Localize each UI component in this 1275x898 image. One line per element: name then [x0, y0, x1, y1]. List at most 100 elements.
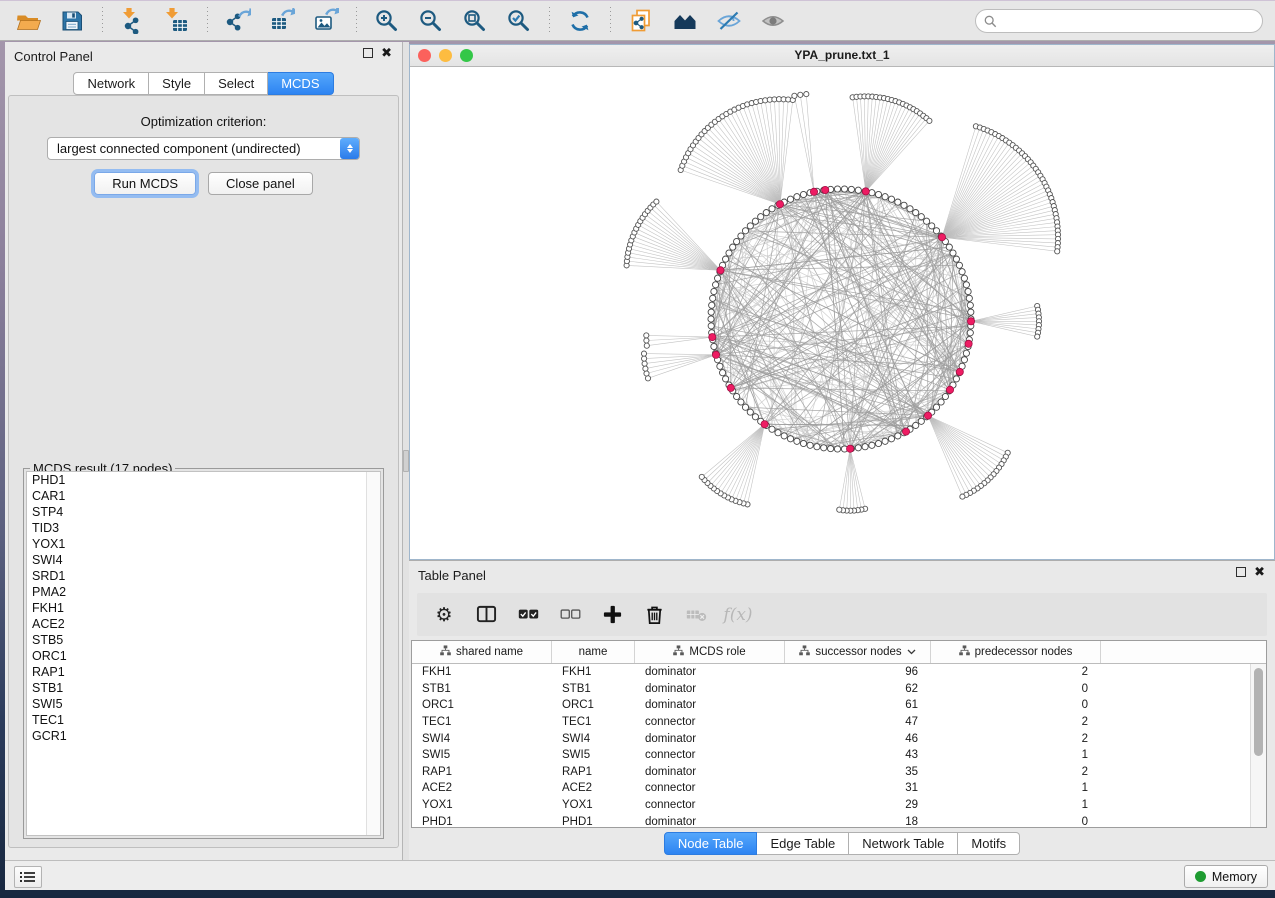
search-box[interactable] — [975, 9, 1263, 33]
cell-successor-nodes[interactable]: 61 — [785, 699, 931, 711]
cell-successor-nodes[interactable]: 31 — [785, 782, 931, 794]
cell-successor-nodes[interactable]: 47 — [785, 716, 931, 728]
column-header-name[interactable]: name — [552, 641, 635, 663]
cell-name[interactable]: TEC1 — [552, 716, 635, 728]
mcds-dominator-node[interactable] — [902, 428, 909, 435]
cell-shared-name[interactable]: STB1 — [412, 683, 552, 695]
mcds-dominator-node[interactable] — [946, 386, 953, 393]
mcds-dominator-node[interactable] — [776, 201, 783, 208]
cell-shared-name[interactable]: PHD1 — [412, 816, 552, 828]
cell-mcds-role[interactable]: dominator — [635, 683, 785, 695]
cell-predecessor-nodes[interactable]: 2 — [931, 766, 1101, 778]
open-file-icon[interactable] — [13, 6, 43, 36]
mcds-dominator-node[interactable] — [862, 188, 869, 195]
table-row[interactable]: FKH1FKH1dominator962 — [412, 664, 1266, 681]
export-network-icon[interactable] — [223, 6, 253, 36]
table-row[interactable]: SWI4SWI4dominator462 — [412, 730, 1266, 747]
table-row[interactable]: SWI5SWI5connector431 — [412, 747, 1266, 764]
tab-network[interactable]: Network — [73, 72, 149, 95]
mcds-dominator-node[interactable] — [761, 421, 768, 428]
cell-predecessor-nodes[interactable]: 0 — [931, 699, 1101, 711]
window-close-traffic-light[interactable] — [418, 49, 431, 62]
mcds-result-item[interactable]: SWI4 — [27, 552, 380, 568]
cell-mcds-role[interactable]: connector — [635, 799, 785, 811]
select-all-rows-icon[interactable] — [515, 602, 541, 628]
table-row[interactable]: ACE2ACE2connector311 — [412, 780, 1266, 797]
cell-mcds-role[interactable]: dominator — [635, 699, 785, 711]
add-column-icon[interactable] — [599, 602, 625, 628]
tab-mcds[interactable]: MCDS — [268, 72, 333, 95]
table-options-gear-icon[interactable]: ⚙ — [431, 602, 457, 628]
window-zoom-traffic-light[interactable] — [460, 49, 473, 62]
table-row[interactable]: YOX1YOX1connector291 — [412, 797, 1266, 814]
mcds-dominator-node[interactable] — [709, 334, 716, 341]
criterion-select[interactable]: largest connected component (undirected) — [47, 137, 360, 160]
table-row[interactable]: STB1STB1dominator620 — [412, 681, 1266, 698]
cell-predecessor-nodes[interactable]: 0 — [931, 816, 1101, 828]
table-scrollbar-thumb[interactable] — [1254, 668, 1263, 756]
network-canvas[interactable] — [410, 66, 1274, 559]
close-table-panel-icon[interactable]: ✖ — [1254, 567, 1265, 577]
cell-successor-nodes[interactable]: 29 — [785, 799, 931, 811]
mcds-result-item[interactable]: FKH1 — [27, 600, 380, 616]
mcds-dominator-node[interactable] — [810, 188, 817, 195]
mcds-dominator-node[interactable] — [956, 368, 963, 375]
tab-node-table[interactable]: Node Table — [664, 832, 758, 855]
column-header-mcds-role[interactable]: MCDS role — [635, 641, 785, 663]
export-table-icon[interactable] — [267, 6, 297, 36]
cell-name[interactable]: SWI5 — [552, 749, 635, 761]
run-mcds-button[interactable]: Run MCDS — [94, 172, 196, 195]
close-panel-icon[interactable]: ✖ — [381, 48, 392, 58]
column-header-predecessor-nodes[interactable]: predecessor nodes — [931, 641, 1101, 663]
hide-selected-icon[interactable] — [714, 6, 744, 36]
cell-name[interactable]: ORC1 — [552, 699, 635, 711]
export-image-icon[interactable] — [311, 6, 341, 36]
mcds-result-item[interactable]: ACE2 — [27, 616, 380, 632]
mcds-result-item[interactable]: PHD1 — [27, 472, 380, 488]
cell-shared-name[interactable]: SWI4 — [412, 733, 552, 745]
result-list-scrollbar[interactable] — [366, 472, 380, 835]
memory-button[interactable]: Memory — [1184, 865, 1268, 888]
cell-successor-nodes[interactable]: 18 — [785, 816, 931, 828]
table-row[interactable]: ORC1ORC1dominator610 — [412, 697, 1266, 714]
import-table-icon[interactable] — [162, 6, 192, 36]
mcds-dominator-node[interactable] — [847, 445, 854, 452]
zoom-selected-icon[interactable] — [504, 6, 534, 36]
mcds-dominator-node[interactable] — [965, 340, 972, 347]
mcds-result-item[interactable]: TEC1 — [27, 712, 380, 728]
cell-mcds-role[interactable]: connector — [635, 749, 785, 761]
cell-shared-name[interactable]: YOX1 — [412, 799, 552, 811]
cell-predecessor-nodes[interactable]: 2 — [931, 666, 1101, 678]
cell-name[interactable]: RAP1 — [552, 766, 635, 778]
mcds-result-item[interactable]: PMA2 — [27, 584, 380, 600]
mcds-result-item[interactable]: STB5 — [27, 632, 380, 648]
mcds-result-list[interactable]: PHD1CAR1STP4TID3YOX1SWI4SRD1PMA2FKH1ACE2… — [26, 471, 381, 836]
mcds-result-item[interactable]: SRD1 — [27, 568, 380, 584]
mcds-dominator-node[interactable] — [727, 384, 734, 391]
cell-mcds-role[interactable]: dominator — [635, 666, 785, 678]
mcds-dominator-node[interactable] — [717, 267, 724, 274]
column-header-successor-nodes[interactable]: successor nodes — [785, 641, 931, 663]
refresh-view-icon[interactable] — [565, 6, 595, 36]
cell-predecessor-nodes[interactable]: 1 — [931, 799, 1101, 811]
tab-edge-table[interactable]: Edge Table — [757, 832, 849, 855]
cell-predecessor-nodes[interactable]: 2 — [931, 716, 1101, 728]
float-panel-icon[interactable] — [363, 48, 373, 58]
network-view-titlebar[interactable]: YPA_prune.txt_1 — [410, 45, 1274, 67]
cell-shared-name[interactable]: SWI5 — [412, 749, 552, 761]
deselect-all-rows-icon[interactable] — [557, 602, 583, 628]
cell-predecessor-nodes[interactable]: 0 — [931, 683, 1101, 695]
mcds-dominator-node[interactable] — [967, 318, 974, 325]
table-row[interactable]: RAP1RAP1dominator352 — [412, 764, 1266, 781]
column-header-shared-name[interactable]: shared name — [412, 641, 552, 663]
close-panel-button[interactable]: Close panel — [208, 172, 313, 195]
mcds-result-item[interactable]: YOX1 — [27, 536, 380, 552]
mcds-result-item[interactable]: CAR1 — [27, 488, 380, 504]
cell-mcds-role[interactable]: dominator — [635, 816, 785, 828]
cell-successor-nodes[interactable]: 46 — [785, 733, 931, 745]
cell-mcds-role[interactable]: connector — [635, 716, 785, 728]
tab-style[interactable]: Style — [149, 72, 205, 95]
save-session-icon[interactable] — [57, 6, 87, 36]
cell-name[interactable]: PHD1 — [552, 816, 635, 828]
mcds-result-item[interactable]: STB1 — [27, 680, 380, 696]
